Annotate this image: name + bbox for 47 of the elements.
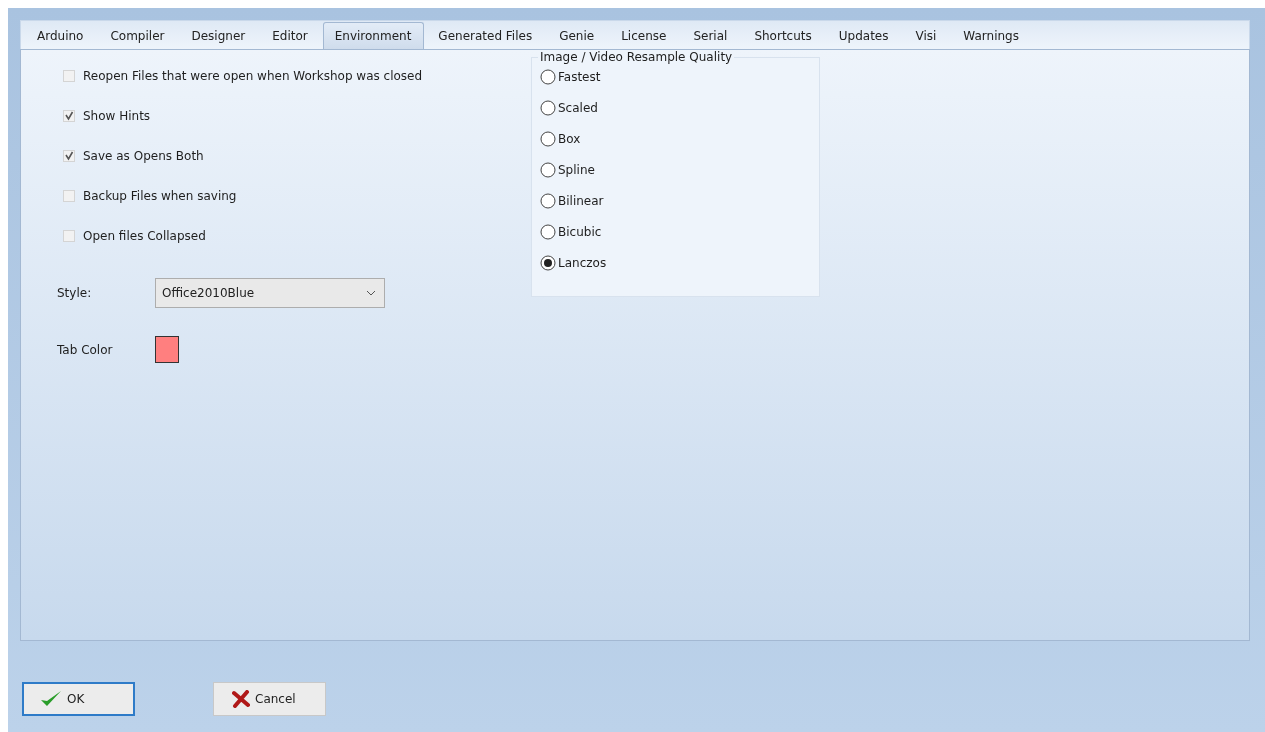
style-label: Style:: [57, 286, 93, 300]
chevron-down-icon: [366, 290, 376, 296]
radio-button[interactable]: [540, 161, 556, 178]
radio-button[interactable]: [540, 68, 556, 85]
tab[interactable]: Arduino: [25, 23, 97, 49]
checkbox-label: Reopen Files that were open when Workshop was closed: [83, 69, 423, 83]
tab[interactable]: Warnings: [951, 23, 1032, 49]
radio-label: Box: [558, 131, 581, 146]
tab[interactable]: Updates: [826, 23, 902, 49]
checkbox[interactable]: [63, 190, 75, 202]
radio-label: Bilinear: [558, 193, 604, 208]
tab[interactable]: Editor: [260, 23, 321, 49]
color-swatch[interactable]: [155, 336, 179, 363]
radio-button[interactable]: [540, 130, 556, 147]
radio-label: Spline: [558, 162, 595, 177]
checkbox[interactable]: [63, 110, 75, 122]
tab[interactable]: Generated Files: [426, 23, 546, 49]
tab[interactable]: Serial: [681, 23, 741, 49]
cancel-button[interactable]: Cancel: [213, 682, 326, 716]
checkbox-label: Show Hints: [83, 109, 151, 123]
tab[interactable]: Compiler: [98, 23, 178, 49]
checkbox-label: Backup Files when saving: [83, 189, 237, 203]
tab[interactable]: Designer: [179, 23, 259, 49]
checkmark-icon: [40, 690, 62, 708]
checkbox[interactable]: [63, 230, 75, 242]
radio-button[interactable]: [540, 254, 556, 271]
style-dropdown[interactable]: Office2010Blue: [155, 278, 385, 308]
cross-icon: [232, 690, 250, 708]
checkbox[interactable]: [63, 150, 75, 162]
group-title: Image / Video Resample Quality: [539, 50, 734, 64]
checkbox[interactable]: [63, 70, 75, 82]
tab[interactable]: Visi: [903, 23, 950, 49]
tab-color-label: Tab Color: [57, 342, 114, 357]
checkbox-label: Open files Collapsed: [83, 229, 206, 243]
radio-button[interactable]: [540, 192, 556, 209]
radio-label: Fastest: [558, 69, 601, 84]
tab[interactable]: Shortcuts: [742, 23, 825, 49]
tab[interactable]: License: [609, 23, 680, 49]
radio-button[interactable]: [540, 99, 556, 116]
ok-button[interactable]: OK: [22, 682, 135, 716]
radio-label: Lanczos: [558, 255, 607, 270]
radio-button[interactable]: [540, 223, 556, 240]
radio-label: Scaled: [558, 100, 598, 115]
tab[interactable]: Genie: [547, 23, 608, 49]
tab[interactable]: Environment: [322, 22, 425, 49]
checkbox-label: Save as Opens Both: [83, 149, 204, 163]
radio-label: Bicubic: [558, 224, 602, 239]
